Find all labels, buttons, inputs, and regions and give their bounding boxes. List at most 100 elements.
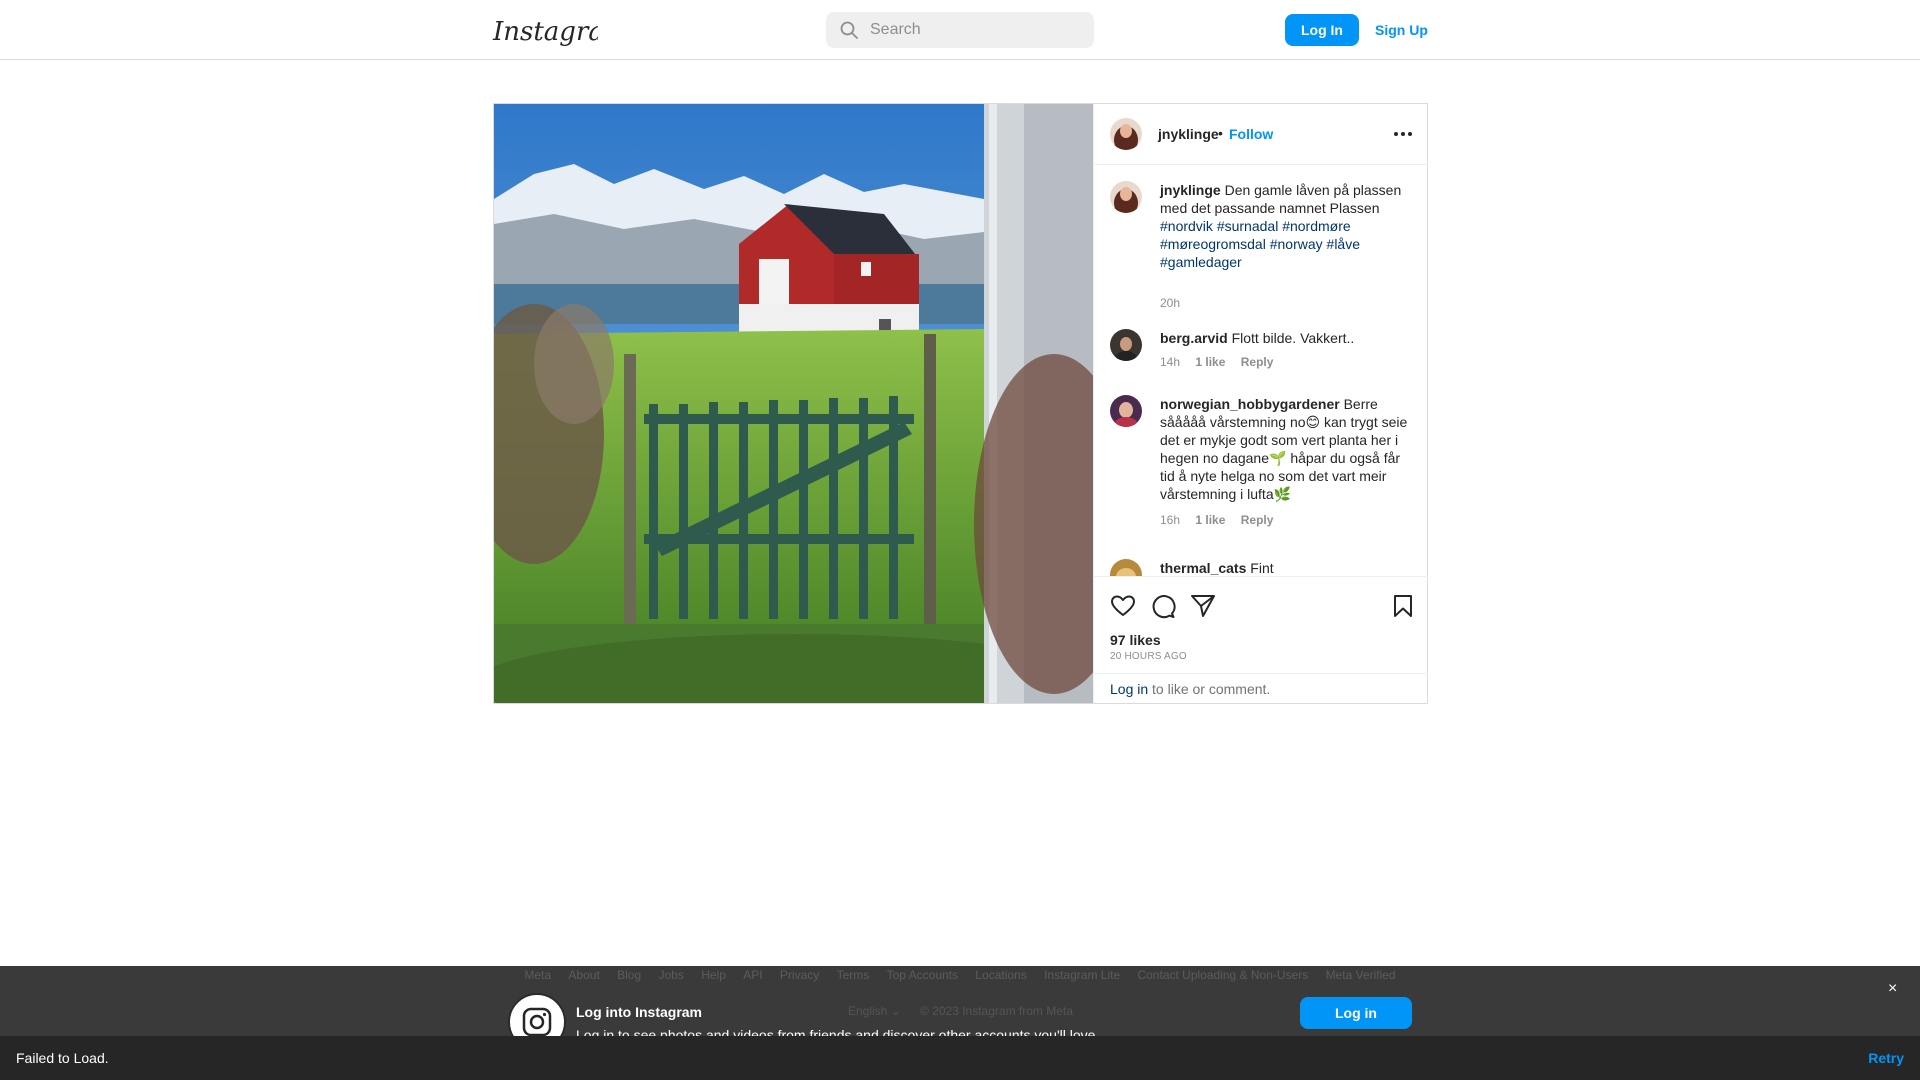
hashtag-link[interactable]: #gamledager [1160, 254, 1242, 270]
login-prompt-text: to like or comment. [1148, 681, 1271, 697]
chevron-down-icon: ⌄ [890, 1004, 901, 1018]
login-banner: Meta About Blog Jobs Help API Privacy Te… [0, 966, 1920, 1036]
comment-meta: 16h 1 like Reply [1160, 513, 1285, 527]
caption-time[interactable]: 20h [1160, 296, 1180, 310]
comment-text-block: berg.arvid Flott bilde. Vakkert.. [1160, 329, 1410, 347]
footer-link[interactable]: Locations [975, 968, 1026, 982]
caption-username[interactable]: jnyklinge [1160, 182, 1221, 198]
copyright-text: © 2023 Instagram from Meta [920, 1004, 1073, 1018]
svg-text:Instagram: Instagram [492, 17, 598, 47]
search-box[interactable] [826, 12, 1094, 48]
save-button[interactable] [1390, 593, 1416, 619]
hashtag-link[interactable]: #nordvik [1160, 218, 1213, 234]
footer-link[interactable]: Meta [524, 968, 551, 982]
caption-meta: 20h [1160, 296, 1192, 310]
follow-button[interactable]: Follow [1229, 126, 1273, 142]
avatar-image [1110, 395, 1142, 427]
footer-link[interactable]: Privacy [780, 968, 819, 982]
comment-text-block: norwegian_hobbygardener Berre sååååå vår… [1160, 395, 1410, 503]
instagram-badge [508, 993, 566, 1036]
search-icon [840, 21, 858, 39]
post-time[interactable]: 20 HOURS AGO [1110, 651, 1187, 662]
hashtag-link[interactable]: #surnadal [1217, 218, 1279, 234]
instagram-icon [522, 1007, 552, 1036]
footer-link[interactable]: About [568, 968, 599, 982]
caption-text-block: jnyklinge Den gamle låven på plassen med… [1160, 181, 1410, 271]
retry-button[interactable]: Retry [1868, 1050, 1904, 1066]
like-button[interactable] [1110, 593, 1136, 619]
instagram-logo[interactable]: Instagram [492, 13, 629, 49]
share-button[interactable] [1190, 593, 1216, 619]
comment-meta: 14h 1 like Reply [1160, 355, 1285, 369]
language-label: English [848, 1004, 888, 1018]
post-card: jnyklinge • Follow jnyklinge Den gamle l… [493, 103, 1428, 704]
footer-link[interactable]: Blog [617, 968, 641, 982]
comment-time[interactable]: 14h [1160, 355, 1180, 369]
close-icon[interactable]: × [1888, 980, 1897, 998]
caption-avatar[interactable] [1110, 181, 1142, 213]
post-actions: 97 likes 20 HOURS AGO [1094, 576, 1428, 676]
more-options-icon[interactable] [1392, 130, 1414, 138]
login-button[interactable]: Log In [1285, 14, 1359, 46]
footer-links: Meta About Blog Jobs Help API Privacy Te… [0, 968, 1920, 982]
post-photo[interactable] [494, 104, 1093, 703]
comment-text-block: thermal_cats Fint [1160, 559, 1410, 576]
comment-icon [1152, 595, 1176, 619]
footer-link[interactable]: Meta Verified [1326, 968, 1396, 982]
likes-count[interactable]: 97 likes [1110, 632, 1161, 648]
caption: jnyklinge Den gamle låven på plassen med… [1094, 181, 1428, 321]
heart-icon [1111, 595, 1135, 616]
comment-item: berg.arvid Flott bilde. Vakkert.. 14h 1 … [1094, 329, 1428, 379]
footer-link[interactable]: Top Accounts [887, 968, 958, 982]
banner-subtitle: Log in to see photos and videos from fri… [576, 1027, 1100, 1036]
comment-item: thermal_cats Fint [1094, 559, 1428, 576]
avatar-image [1110, 181, 1142, 213]
reply-button[interactable]: Reply [1241, 355, 1274, 369]
top-nav: Instagram Log In Sign Up [0, 0, 1920, 60]
login-link[interactable]: Log in [1110, 681, 1148, 697]
author-username[interactable]: jnyklinge [1158, 126, 1219, 142]
post-header: jnyklinge • Follow [1094, 104, 1428, 165]
comment-text: Flott bilde. Vakkert.. [1231, 330, 1355, 346]
signup-link[interactable]: Sign Up [1375, 22, 1428, 38]
footer-link[interactable]: Contact Uploading & Non-Users [1137, 968, 1308, 982]
comment-text: Fint [1250, 560, 1274, 576]
comment-likes[interactable]: 1 like [1195, 513, 1225, 527]
hashtag-link[interactable]: #norway [1270, 236, 1323, 252]
comment-time[interactable]: 16h [1160, 513, 1180, 527]
commenter-avatar[interactable] [1110, 559, 1142, 576]
comment-item: norwegian_hobbygardener Berre sååååå vår… [1094, 395, 1428, 535]
hashtag-link[interactable]: #låve [1327, 236, 1360, 252]
avatar-image [1110, 329, 1142, 361]
login-to-comment: Log in to like or comment. [1094, 673, 1428, 703]
author-avatar[interactable] [1110, 118, 1142, 150]
footer-link[interactable]: Instagram Lite [1044, 968, 1120, 982]
hashtag-link[interactable]: #møreogromsdal [1160, 236, 1266, 252]
comment-username[interactable]: thermal_cats [1160, 560, 1246, 576]
commenter-avatar[interactable] [1110, 329, 1142, 361]
banner-title: Log into Instagram [576, 1004, 702, 1020]
error-snackbar: Failed to Load. Retry [0, 1036, 1920, 1080]
commenter-avatar[interactable] [1110, 395, 1142, 427]
footer-link[interactable]: API [743, 968, 762, 982]
comment-button[interactable] [1150, 593, 1176, 619]
comment-likes[interactable]: 1 like [1195, 355, 1225, 369]
reply-button[interactable]: Reply [1241, 513, 1274, 527]
hashtag-link[interactable]: #nordmøre [1282, 218, 1350, 234]
search-input[interactable] [870, 12, 1080, 48]
share-icon [1191, 595, 1215, 617]
snackbar-message: Failed to Load. [16, 1050, 109, 1066]
footer-link[interactable]: Jobs [659, 968, 684, 982]
instagram-logo-wordmark: Instagram [492, 17, 629, 47]
barn-landscape-image [494, 104, 1093, 703]
banner-login-button[interactable]: Log in [1300, 997, 1412, 1029]
avatar-image [1110, 559, 1142, 576]
footer-link[interactable]: Help [701, 968, 726, 982]
comment-username[interactable]: berg.arvid [1160, 330, 1228, 346]
comments-list[interactable]: jnyklinge Den gamle låven på plassen med… [1094, 165, 1428, 576]
avatar-image [1110, 118, 1142, 150]
footer-link[interactable]: Terms [837, 968, 870, 982]
bookmark-icon [1394, 595, 1412, 617]
language-select[interactable]: English ⌄ [848, 1004, 901, 1018]
comment-username[interactable]: norwegian_hobbygardener [1160, 396, 1340, 412]
